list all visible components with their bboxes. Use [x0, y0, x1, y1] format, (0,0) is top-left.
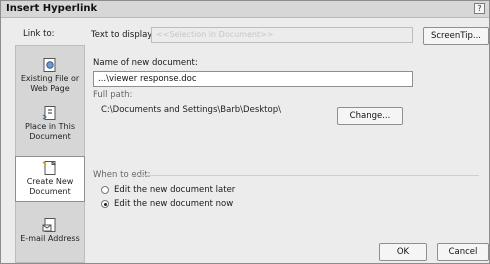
full-path-label: Full path:	[93, 90, 133, 100]
edit-later-option[interactable]: Edit the new document later	[101, 185, 235, 195]
ok-button[interactable]: OK	[379, 243, 427, 261]
globe-page-icon	[43, 58, 56, 72]
change-button[interactable]: Change...	[337, 107, 403, 125]
text-to-display-field[interactable]: <<Selection in Document>>	[151, 27, 413, 43]
sidebar-item-place-in-document[interactable]: Place in This Document	[16, 102, 84, 148]
sidebar-item-email-address[interactable]: E-mail Address	[16, 214, 84, 260]
sidebar-item-label: E-mail Address	[20, 234, 80, 243]
text-to-display-label: Text to display:	[91, 30, 155, 40]
full-path-value: C:\Documents and Settings\Barb\Desktop\	[101, 105, 281, 115]
name-of-new-document-label: Name of new document:	[93, 58, 198, 68]
dialog-title: Insert Hyperlink	[6, 3, 98, 14]
divider	[131, 175, 479, 176]
link-to-label: Link to:	[23, 29, 55, 39]
new-document-name-input[interactable]: ...\viewer response.doc	[93, 71, 413, 87]
document-place-icon	[42, 106, 56, 120]
cancel-button[interactable]: Cancel	[437, 243, 489, 261]
radio-edit-later[interactable]	[101, 186, 109, 194]
edit-later-label: Edit the new document later	[114, 185, 236, 195]
edit-now-label: Edit the new document now	[114, 199, 234, 209]
title-bar: Insert Hyperlink ?	[1, 1, 489, 18]
sidebar-item-existing-file[interactable]: Existing File or Web Page	[16, 54, 84, 100]
edit-now-option[interactable]: Edit the new document now	[101, 199, 233, 209]
screentip-button[interactable]: ScreenTip...	[423, 27, 489, 45]
new-document-icon	[42, 161, 57, 175]
sidebar-item-label: Place in This Document	[25, 122, 75, 141]
insert-hyperlink-dialog: Insert Hyperlink ? Link to: Text to disp…	[0, 0, 490, 264]
help-icon[interactable]: ?	[474, 3, 485, 14]
email-icon	[42, 218, 56, 232]
sidebar-item-create-new-document[interactable]: Create New Document	[15, 156, 85, 202]
radio-edit-now[interactable]	[101, 200, 109, 208]
sidebar-item-label: Create New Document	[26, 177, 74, 196]
link-to-sidebar: Existing File or Web Page Place in This …	[15, 45, 85, 263]
sidebar-item-label: Existing File or Web Page	[20, 74, 80, 93]
